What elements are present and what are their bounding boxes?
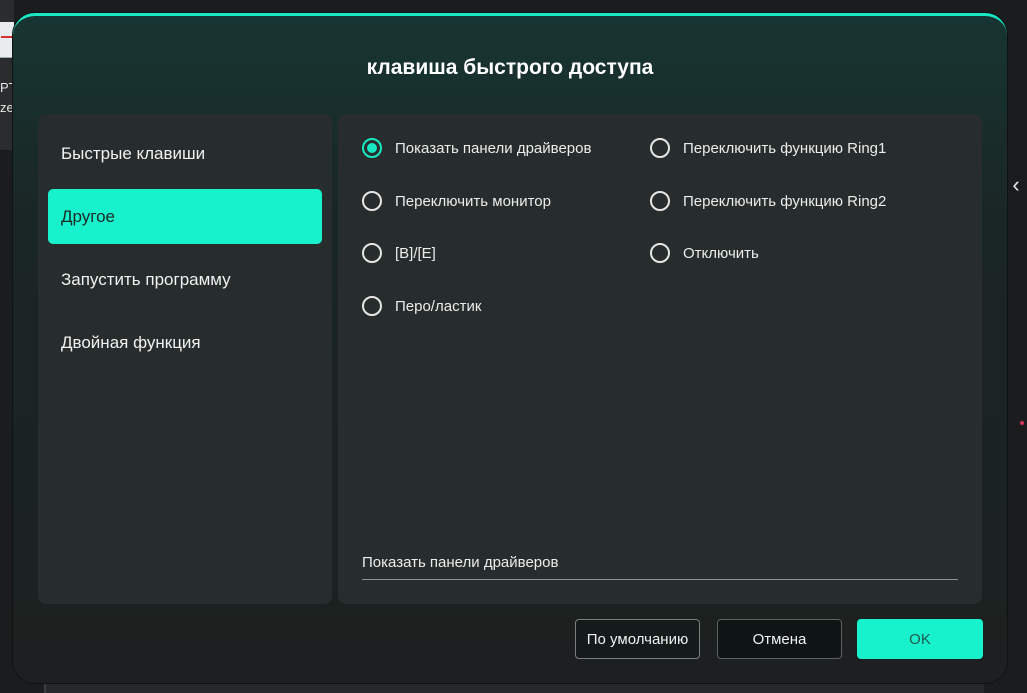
shortcut-key-dialog: клавиша быстрого доступа Быстрые клавиши… (13, 13, 1007, 683)
background-thumbnail (0, 22, 14, 58)
selected-function-field: Показать панели драйверов (362, 554, 958, 580)
sidebar-item-other[interactable]: Другое (48, 189, 322, 244)
radio-label: Отключить (683, 244, 759, 262)
dialog-title: клавиша быстрого доступа (366, 56, 654, 79)
chevron-left-icon[interactable]: ‹ (1005, 168, 1027, 202)
radio-switch-ring2[interactable]: Переключить функцию Ring2 (650, 191, 886, 211)
radio-unchecked-icon (650, 243, 670, 263)
radio-label: [B]/[E] (395, 244, 436, 262)
options-panel: Показать панели драйверов Переключить мо… (338, 114, 982, 604)
radio-unchecked-icon (362, 243, 382, 263)
sidebar-item-label: Другое (61, 206, 116, 226)
radio-label: Переключить функцию Ring2 (683, 192, 887, 210)
background-text: ze (0, 100, 14, 115)
radio-switch-ring1[interactable]: Переключить функцию Ring1 (650, 138, 886, 158)
sidebar-item-label: Быстрые клавиши (61, 143, 206, 163)
radio-unchecked-icon (650, 191, 670, 211)
sidebar-item-run-program[interactable]: Запустить программу (48, 252, 322, 307)
radio-label: Переключить монитор (395, 192, 551, 210)
radio-disable[interactable]: Отключить (650, 243, 759, 263)
radio-label: Показать панели драйверов (395, 139, 592, 157)
background-text: PT (0, 80, 14, 95)
sidebar-item-shortcuts[interactable]: Быстрые клавиши (48, 126, 322, 181)
radio-unchecked-icon (362, 296, 382, 316)
radio-switch-monitor[interactable]: Переключить монитор (362, 191, 551, 211)
radio-unchecked-icon (650, 138, 670, 158)
category-sidebar: Быстрые клавиши Другое Запустить програм… (38, 114, 332, 604)
radio-pen-eraser[interactable]: Перо/ластик (362, 296, 481, 316)
radio-be[interactable]: [B]/[E] (362, 243, 436, 263)
sidebar-item-dual-function[interactable]: Двойная функция (48, 315, 322, 370)
default-button[interactable]: По умолчанию (575, 619, 700, 659)
sidebar-item-label: Двойная функция (61, 332, 201, 352)
radio-label: Перо/ластик (395, 297, 482, 315)
background-dot (1020, 421, 1024, 425)
radio-checked-icon (362, 138, 382, 158)
sidebar-item-label: Запустить программу (61, 269, 231, 289)
ok-button[interactable]: OK (857, 619, 983, 659)
radio-show-driver-panels[interactable]: Показать панели драйверов (362, 138, 591, 158)
radio-unchecked-icon (362, 191, 382, 211)
radio-label: Переключить функцию Ring1 (683, 139, 887, 157)
cancel-button[interactable]: Отмена (717, 619, 842, 659)
